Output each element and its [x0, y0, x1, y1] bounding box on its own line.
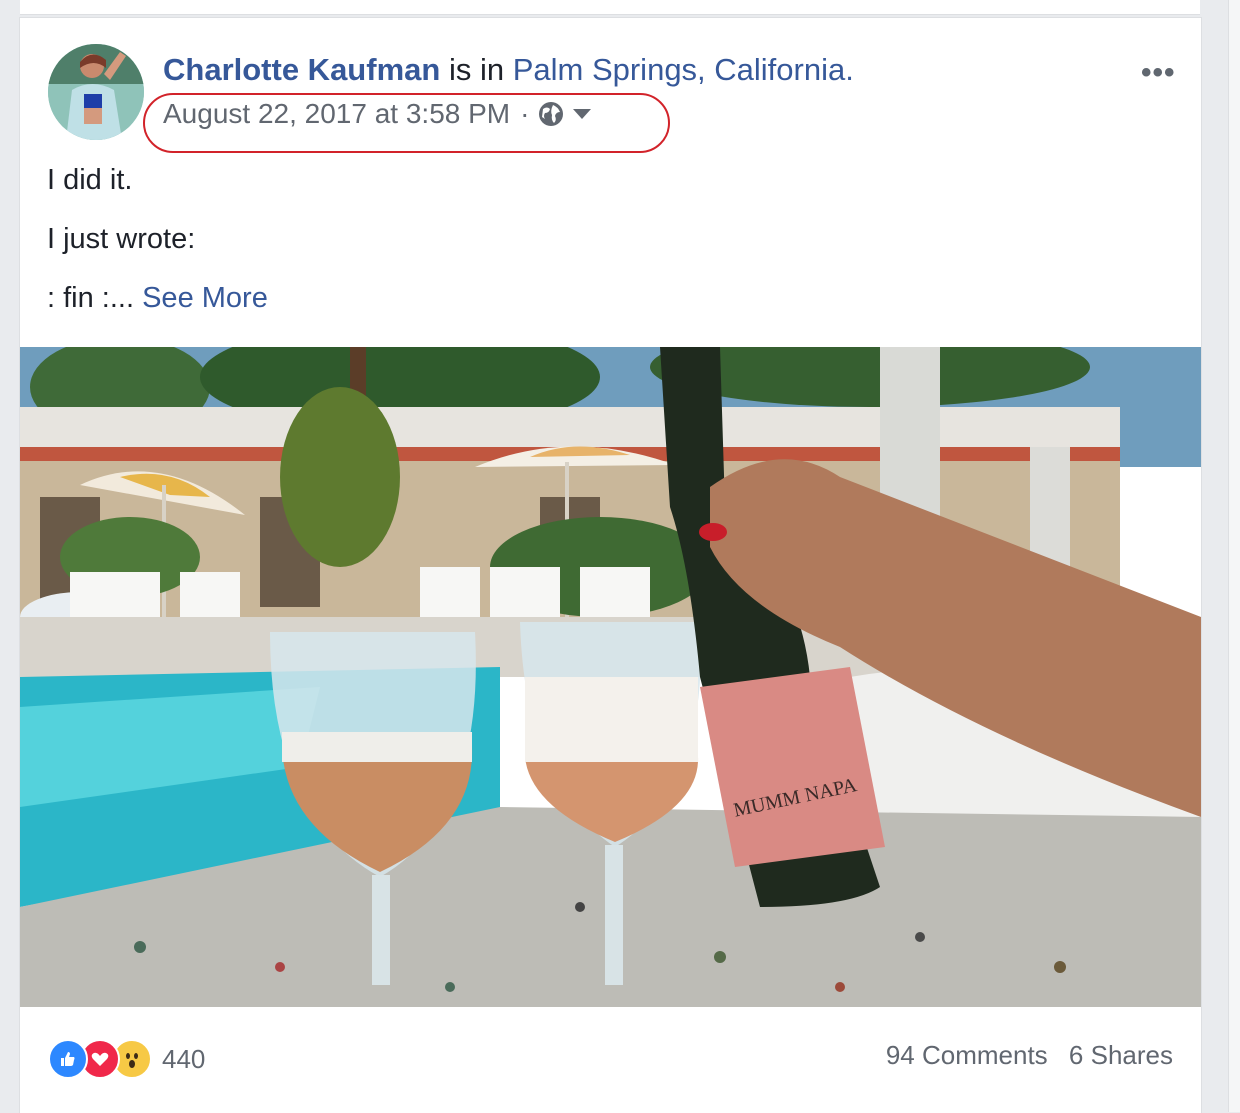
see-more-link[interactable]: See More	[142, 282, 268, 314]
author-avatar[interactable]	[48, 44, 144, 140]
post-text-truncated: : fin :...	[47, 282, 135, 314]
post-footer: 440 94 Comments 6 Shares	[20, 1018, 1201, 1093]
reaction-count[interactable]: 440	[162, 1044, 205, 1075]
post-header: Charlotte Kaufman is in Palm Springs, Ca…	[163, 52, 854, 88]
right-sidebar-edge	[1228, 0, 1240, 1112]
post-text-line-2: I just wrote:	[47, 223, 196, 255]
location-link[interactable]: Palm Springs, California.	[513, 52, 854, 87]
shares-count-link[interactable]: 6 Shares	[1069, 1040, 1173, 1070]
comments-count-link[interactable]: 94 Comments	[886, 1040, 1048, 1070]
post-text-line-3: : fin :... See More	[47, 282, 268, 315]
post-photo[interactable]: MUMM NAPA	[20, 347, 1201, 1007]
poolside-champagne-photo: MUMM NAPA	[20, 347, 1201, 1007]
timestamp-highlight-ring	[143, 93, 670, 153]
status-connector: is in	[448, 52, 505, 87]
reactions-summary[interactable]: 440	[48, 1039, 205, 1079]
like-icon	[48, 1039, 88, 1079]
post-stats: 94 Comments 6 Shares	[886, 1040, 1173, 1071]
author-name-link[interactable]: Charlotte Kaufman	[163, 52, 440, 87]
post-options-icon[interactable]: •••	[1141, 56, 1176, 90]
previous-post-edge	[20, 0, 1200, 15]
post-text-line-1: I did it.	[47, 164, 133, 196]
post-card: Charlotte Kaufman is in Palm Springs, Ca…	[19, 17, 1202, 1113]
avatar-image	[48, 44, 144, 140]
